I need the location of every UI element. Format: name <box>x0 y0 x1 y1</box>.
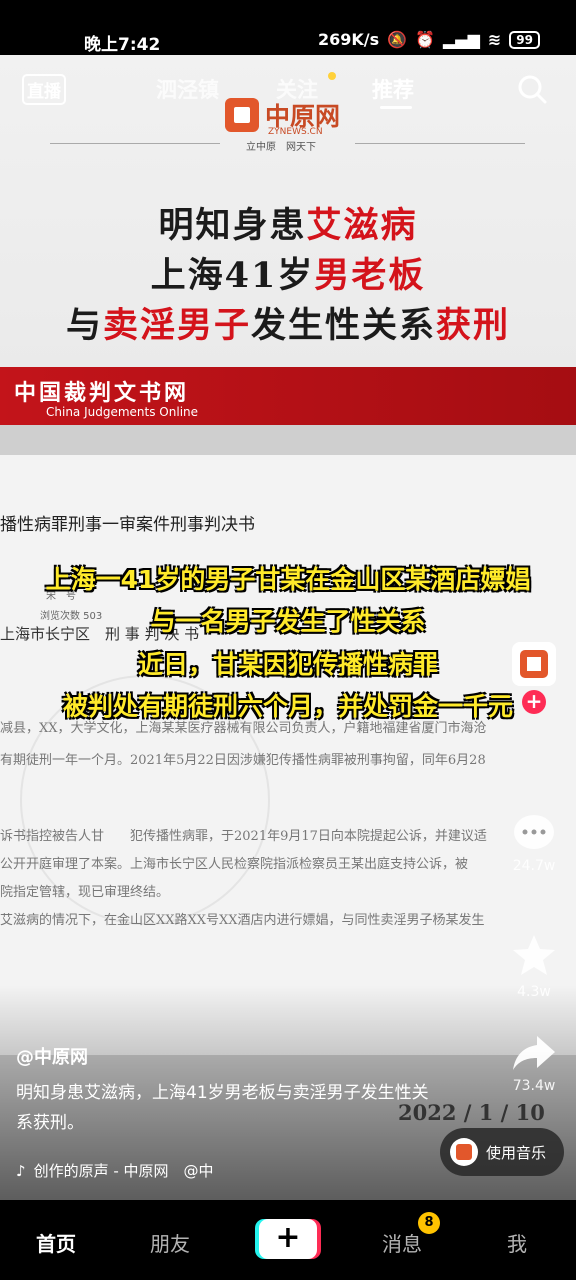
messages-badge: 8 <box>418 1212 440 1234</box>
status-indicators: 269K/s 🔕 ⏰ ▂▄▆ ≋ 99 <box>318 30 540 49</box>
top-nav: 直播 泗泾镇 关注 推荐 <box>0 60 576 120</box>
doc-line: 诉书指控被告人甘 犯传播性病罪，于2021年9月17日向本院提起公诉，并建议适 <box>0 829 487 844</box>
doc-line: 院指定管辖，现已审理终结。 <box>0 885 170 900</box>
headline-line-2: 上海41岁男老板 <box>150 255 426 296</box>
create-button[interactable]: + <box>259 1219 317 1259</box>
favorite-count: 4.3w <box>517 984 551 1000</box>
headline-line-1: 明知身患艾滋病 <box>158 205 418 246</box>
subtitle-line: 上海一41岁的男子甘某在金山区某酒店嫖娼 <box>45 565 531 594</box>
search-icon[interactable] <box>517 74 547 104</box>
subtitle-line: 近日，甘某因犯传播性病罪 <box>137 650 438 679</box>
wifi-icon: ≋ <box>487 30 502 49</box>
doc-line: 有期徒刑一年一个月。2021年5月22日因涉嫌犯传播性病罪被刑事拘留，同年6月2… <box>0 753 486 768</box>
signal-icon: ▂▄▆ <box>442 30 480 49</box>
use-music-label: 使用音乐 <box>486 1143 547 1162</box>
music-note-icon: ♪ <box>16 1161 26 1180</box>
judgements-title: 中国裁判文书网 <box>14 380 190 406</box>
music-title: 创作的原声 - 中原网 @中 <box>33 1162 214 1180</box>
doc-title: 播性病罪刑事一审案件刑事判决书 <box>0 515 255 535</box>
subtitle-line: 被判处有期徒刑六个月，并处罚金一千元 <box>62 692 513 721</box>
comment-icon[interactable] <box>511 810 557 856</box>
doc-line: 艾滋病的情况下，在金山区XX路XX号XX酒店内进行嫖娼，与同性卖淫男子杨某发生 <box>0 913 485 928</box>
bottom-tab-bar: 首页 朋友 + 消息 8 我 <box>0 1200 576 1280</box>
tab-friends[interactable]: 朋友 <box>150 1228 190 1257</box>
network-speed: 269K/s <box>317 30 380 49</box>
active-tab-indicator <box>380 106 412 109</box>
divider <box>50 143 220 144</box>
plus-icon: + <box>275 1220 301 1255</box>
share-count: 73.4w <box>512 1078 556 1094</box>
live-button[interactable]: 直播 <box>22 74 66 105</box>
alarm-icon: ⏰ <box>415 30 435 49</box>
judgements-banner: 中国裁判文书网 China Judgements Online <box>0 367 576 425</box>
battery-icon: 99 <box>509 30 540 49</box>
tab-me[interactable]: 我 <box>507 1228 527 1257</box>
tab-local[interactable]: 泗泾镇 <box>156 74 219 104</box>
author-name[interactable]: @中原网 <box>16 1043 88 1069</box>
tab-recommended[interactable]: 推荐 <box>372 74 414 104</box>
comment-count: 24.7w <box>512 858 556 874</box>
headline-line-3: 与卖淫男子发生性关系获刑 <box>65 305 511 346</box>
subtitle-line: 与一名男子发生了性关系 <box>150 607 426 636</box>
video-caption[interactable]: 明知身患艾滋病，上海41岁男老板与卖淫男子发生性关系获刑。 <box>16 1078 436 1138</box>
use-music-button[interactable]: 使用音乐 <box>440 1128 564 1176</box>
follow-button[interactable]: + <box>522 690 546 714</box>
doc-line: 公开开庭审理了本案。上海市长宁区人民检察院指派检察员王某出庭支持公诉，被 <box>0 857 469 872</box>
judgements-subtitle: China Judgements Online <box>46 405 199 419</box>
new-content-dot <box>328 72 336 80</box>
mute-icon: 🔕 <box>387 30 408 49</box>
favorite-star-icon[interactable] <box>511 932 557 978</box>
author-avatar[interactable] <box>512 642 556 686</box>
judgement-document: 播性病罪刑事一审案件刑事判决书 宋 号 浏览次数 503 上海市长宁区 刑 事 … <box>0 455 576 1055</box>
tab-home[interactable]: 首页 <box>36 1228 76 1257</box>
logo-sub: ZYNEWS.CN <box>268 127 323 137</box>
logo-slogan: 立中原 网天下 <box>246 142 316 153</box>
tab-messages[interactable]: 消息 <box>382 1228 422 1257</box>
music-avatar <box>450 1138 478 1166</box>
divider <box>355 143 525 144</box>
status-time: 晚上7:42 <box>84 35 161 55</box>
music-info[interactable]: ♪ 创作的原声 - 中原网 @中 <box>16 1160 214 1181</box>
tab-following[interactable]: 关注 <box>276 74 318 104</box>
share-arrow-icon[interactable] <box>511 1030 557 1076</box>
